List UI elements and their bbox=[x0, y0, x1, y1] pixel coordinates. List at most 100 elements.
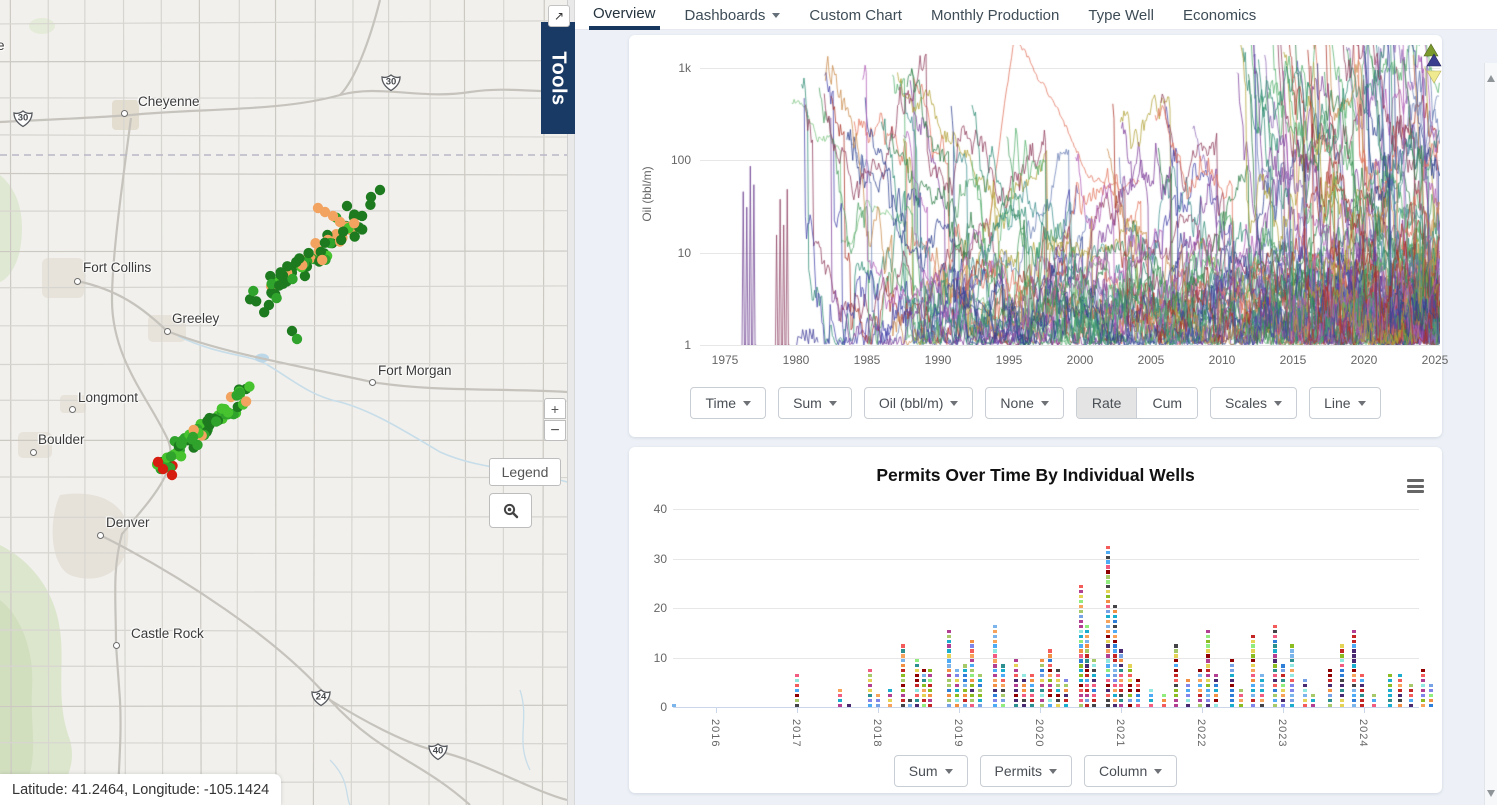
sum-dropdown[interactable]: Sum bbox=[778, 387, 852, 419]
oil-series-plot[interactable] bbox=[700, 45, 1440, 345]
permit-bar[interactable] bbox=[1001, 663, 1006, 707]
permit-bar[interactable] bbox=[1351, 628, 1356, 707]
permit-bar[interactable] bbox=[1149, 687, 1154, 707]
map-expand-button[interactable]: ↗ bbox=[548, 5, 570, 27]
permit-bar[interactable] bbox=[977, 672, 982, 707]
permits-dropdown[interactable]: Permits bbox=[979, 755, 1072, 787]
permit-bar[interactable] bbox=[1372, 692, 1377, 707]
column-dropdown[interactable]: Column bbox=[1084, 755, 1178, 787]
permit-bar[interactable] bbox=[1428, 682, 1433, 707]
permit-bar[interactable] bbox=[1112, 603, 1117, 707]
permit-bar[interactable] bbox=[1127, 663, 1132, 707]
permit-bar[interactable] bbox=[900, 643, 905, 707]
map-zoom-in-button[interactable]: + bbox=[544, 398, 566, 419]
permit-bar[interactable] bbox=[1339, 643, 1344, 707]
tab-economics[interactable]: Economics bbox=[1179, 0, 1260, 30]
oil-chart-card: Oil (bbl/m) 1k 100 10 1 1975 1980 1985 1990 199… bbox=[629, 35, 1448, 437]
magnifier-icon bbox=[503, 503, 518, 518]
tab-type-well[interactable]: Type Well bbox=[1084, 0, 1158, 30]
permit-bar[interactable] bbox=[1014, 658, 1019, 707]
sum-dropdown[interactable]: Sum bbox=[893, 755, 968, 787]
none-dropdown[interactable]: None bbox=[985, 387, 1064, 419]
y-tick-label: 0 bbox=[660, 700, 667, 714]
vertical-scrollbar[interactable] bbox=[1484, 63, 1497, 805]
permit-bar[interactable] bbox=[837, 687, 842, 707]
tab-monthly-production[interactable]: Monthly Production bbox=[927, 0, 1063, 30]
permit-bar[interactable] bbox=[1048, 648, 1053, 707]
permit-bar[interactable] bbox=[1106, 544, 1111, 707]
permit-bar[interactable] bbox=[1085, 623, 1090, 707]
scrollbar-down-arrow[interactable] bbox=[1487, 790, 1495, 797]
well-dot bbox=[334, 216, 346, 228]
map-legend-button[interactable]: Legend bbox=[489, 458, 561, 486]
permit-bar[interactable] bbox=[1420, 668, 1425, 707]
permit-bar[interactable] bbox=[1119, 648, 1124, 707]
permit-bar[interactable] bbox=[1173, 643, 1178, 707]
map-canvas[interactable]: Cheyenne Fort Collins Greeley Fort Morgan Lo… bbox=[0, 0, 567, 805]
permit-bar[interactable] bbox=[1289, 643, 1294, 707]
permit-bar[interactable] bbox=[1064, 677, 1069, 707]
permit-bar[interactable] bbox=[1091, 658, 1096, 707]
permit-bar[interactable] bbox=[1198, 668, 1202, 707]
permit-bar[interactable] bbox=[1360, 672, 1364, 707]
line-dropdown[interactable]: Line bbox=[1309, 387, 1381, 419]
tools-tab[interactable]: Tools bbox=[541, 22, 575, 134]
permit-bar[interactable] bbox=[1135, 677, 1140, 707]
permit-bar[interactable] bbox=[1206, 628, 1210, 707]
x-tick-mark bbox=[1040, 707, 1041, 713]
x-tick-label: 1995 bbox=[995, 353, 1023, 367]
permit-bar[interactable] bbox=[1214, 672, 1219, 707]
permit-bar[interactable] bbox=[1398, 672, 1402, 707]
permit-bar[interactable] bbox=[1388, 672, 1393, 707]
tools-tab-label: Tools bbox=[547, 50, 570, 106]
permit-bar[interactable] bbox=[1260, 672, 1265, 707]
oil-bbl-m--dropdown[interactable]: Oil (bbl/m) bbox=[863, 387, 974, 419]
permit-bar[interactable] bbox=[915, 658, 920, 707]
permit-bar[interactable] bbox=[1056, 668, 1061, 707]
permit-bar[interactable] bbox=[794, 672, 799, 707]
permit-bar[interactable] bbox=[868, 668, 873, 707]
toggle-option-cum[interactable]: Cum bbox=[1136, 388, 1198, 418]
permit-bar[interactable] bbox=[1230, 658, 1235, 707]
permit-bar[interactable] bbox=[1281, 663, 1286, 707]
tab-dashboards[interactable]: Dashboards bbox=[681, 0, 785, 30]
tab-custom-chart[interactable]: Custom Chart bbox=[805, 0, 906, 30]
time-dropdown[interactable]: Time bbox=[690, 387, 767, 419]
toggle-option-rate[interactable]: Rate bbox=[1076, 388, 1137, 418]
permit-bar[interactable] bbox=[921, 668, 926, 707]
scrollbar-up-arrow[interactable] bbox=[1487, 75, 1495, 82]
permit-bar[interactable] bbox=[1408, 682, 1413, 707]
permit-bar[interactable] bbox=[1030, 672, 1035, 707]
permit-bar[interactable] bbox=[1078, 584, 1083, 707]
button-label: None bbox=[1000, 395, 1034, 411]
permit-bar[interactable] bbox=[887, 687, 892, 707]
permit-bar[interactable] bbox=[1327, 668, 1332, 707]
chevron-down-icon bbox=[950, 400, 959, 406]
well-dot bbox=[294, 253, 305, 264]
permit-bar[interactable] bbox=[1185, 677, 1190, 707]
permit-bar[interactable] bbox=[928, 668, 933, 707]
permit-bar[interactable] bbox=[970, 638, 975, 707]
map-zoom-out-button[interactable]: − bbox=[544, 420, 566, 441]
permit-bar[interactable] bbox=[993, 623, 997, 707]
permit-bar[interactable] bbox=[1311, 692, 1316, 707]
permit-bar[interactable] bbox=[946, 628, 951, 707]
tab-overview[interactable]: Overview bbox=[589, 0, 660, 30]
permit-bar[interactable] bbox=[963, 663, 967, 707]
y-tick-label: 20 bbox=[653, 601, 667, 616]
scales-dropdown[interactable]: Scales bbox=[1210, 387, 1298, 419]
permit-bar[interactable] bbox=[1161, 692, 1166, 707]
permit-bar[interactable] bbox=[875, 692, 880, 707]
permit-bar[interactable] bbox=[1040, 658, 1044, 707]
map-search-button[interactable] bbox=[489, 493, 532, 528]
well-dot bbox=[271, 292, 282, 304]
permit-bar[interactable] bbox=[908, 697, 912, 707]
well-dot-layer[interactable] bbox=[151, 184, 386, 481]
permit-bar[interactable] bbox=[955, 668, 959, 707]
permit-bar[interactable] bbox=[1250, 633, 1255, 707]
permit-bar[interactable] bbox=[1273, 623, 1278, 707]
permit-bar[interactable] bbox=[1238, 687, 1243, 707]
chart-menu-icon[interactable] bbox=[1407, 479, 1424, 496]
permit-bar[interactable] bbox=[1303, 677, 1308, 707]
permit-bar[interactable] bbox=[1022, 672, 1027, 707]
